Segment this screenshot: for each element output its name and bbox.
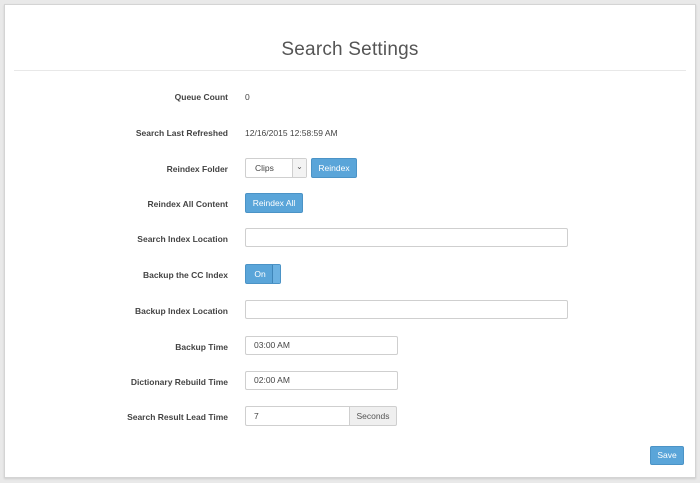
last-refreshed-label: Search Last Refreshed: [135, 128, 228, 138]
chevron-down-icon[interactable]: ⌄: [292, 159, 306, 177]
backup-cc-index-toggle[interactable]: On: [245, 264, 281, 284]
last-refreshed-value: 12/16/2015 12:58:59 AM: [245, 128, 338, 138]
reindex-all-label: Reindex All Content: [147, 199, 228, 209]
backup-time-input[interactable]: 03:00 AM: [245, 336, 398, 355]
toggle-on-label: On: [254, 269, 266, 279]
dictionary-rebuild-time-input[interactable]: 02:00 AM: [245, 371, 398, 390]
toggle-knob[interactable]: [272, 265, 280, 283]
queue-count-value: 0: [245, 92, 250, 102]
backup-index-location-input[interactable]: [245, 300, 568, 319]
reindex-folder-select[interactable]: Clips ⌄: [245, 158, 307, 178]
reindex-all-button[interactable]: Reindex All: [245, 193, 303, 213]
reindex-folder-selected: Clips: [255, 163, 274, 173]
title-divider: [14, 70, 686, 71]
queue-count-label: Queue Count: [174, 92, 228, 102]
dictionary-rebuild-time-label: Dictionary Rebuild Time: [130, 377, 228, 387]
search-index-location-label: Search Index Location: [137, 234, 228, 244]
seconds-unit-addon: Seconds: [349, 406, 397, 426]
backup-cc-index-label: Backup the CC Index: [142, 270, 228, 280]
search-result-lead-time-label: Search Result Lead Time: [127, 412, 228, 422]
backup-time-label: Backup Time: [175, 342, 228, 352]
page-title: Search Settings: [281, 39, 419, 60]
save-button[interactable]: Save: [650, 446, 684, 465]
reindex-button[interactable]: Reindex: [311, 158, 357, 178]
reindex-folder-label: Reindex Folder: [166, 164, 228, 174]
search-index-location-input[interactable]: [245, 228, 568, 247]
backup-index-location-label: Backup Index Location: [134, 306, 228, 316]
search-result-lead-time-input[interactable]: 7: [245, 406, 350, 426]
